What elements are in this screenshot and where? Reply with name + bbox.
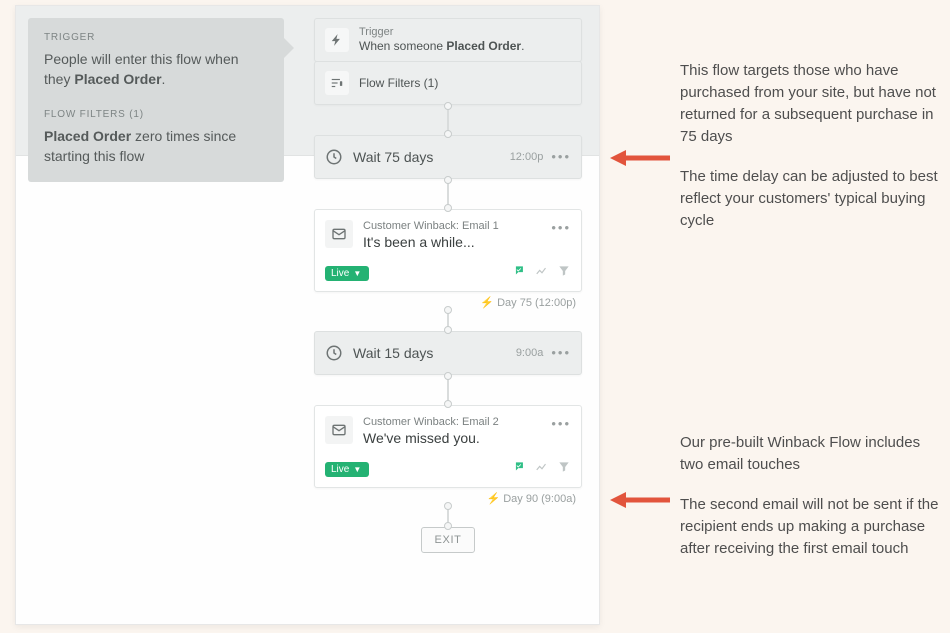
filter-list-icon (325, 71, 349, 95)
connector (447, 309, 449, 331)
exit-node[interactable]: EXIT (421, 527, 475, 553)
envelope-icon (325, 220, 353, 248)
bolt-icon: ⚡ (486, 493, 500, 505)
annotation-2: Our pre-built Winback Flow includes two … (680, 432, 940, 560)
funnel-icon[interactable] (557, 460, 571, 479)
status-badge[interactable]: Live ▼ (325, 266, 369, 281)
connector (447, 375, 449, 405)
envelope-icon (325, 416, 353, 444)
trigger-card-post: . (521, 39, 524, 53)
funnel-icon[interactable] (557, 264, 571, 283)
analytics-icon[interactable] (535, 264, 549, 283)
annotation-1-p2: The time delay can be adjusted to best r… (680, 166, 940, 232)
wait-2-label: Wait 15 days (353, 345, 433, 361)
filters-heading: FLOW FILTERS (1) (44, 109, 268, 120)
filter-description: Placed Order zero times since starting t… (44, 126, 268, 166)
trigger-description: People will enter this flow when they Pl… (44, 49, 268, 89)
status-text: Live (331, 464, 349, 475)
check-icon[interactable] (513, 460, 527, 479)
bolt-icon (325, 28, 349, 52)
email-1-timestamp-text: Day 75 (12:00p) (497, 297, 576, 309)
bolt-icon: ⚡ (480, 297, 494, 309)
filters-card[interactable]: Flow Filters (1) (314, 61, 582, 105)
more-icon[interactable]: ••• (551, 416, 571, 431)
arrow-icon (610, 148, 670, 168)
analytics-icon[interactable] (535, 460, 549, 479)
filter-bold: Placed Order (44, 128, 131, 144)
clock-icon (325, 344, 343, 362)
trigger-card[interactable]: Trigger When someone Placed Order. (314, 18, 582, 62)
trigger-bold: Placed Order (74, 71, 161, 87)
email-card-2[interactable]: Customer Winback: Email 2 We've missed y… (314, 405, 582, 488)
trigger-card-label: Trigger (359, 26, 524, 38)
trigger-summary-card[interactable]: TRIGGER People will enter this flow when… (28, 18, 284, 182)
status-badge[interactable]: Live ▼ (325, 462, 369, 477)
caret-down-icon: ▼ (353, 269, 361, 278)
wait-1-label: Wait 75 days (353, 149, 433, 165)
email-1-subject: It's been a while... (363, 234, 499, 250)
caret-down-icon: ▼ (353, 465, 361, 474)
clock-icon (325, 148, 343, 166)
trigger-card-text: When someone Placed Order. (359, 38, 524, 54)
status-text: Live (331, 268, 349, 279)
trigger-post: . (162, 71, 166, 87)
check-icon[interactable] (513, 264, 527, 283)
annotation-2-p2: The second email will not be sent if the… (680, 494, 940, 560)
annotation-2-p1: Our pre-built Winback Flow includes two … (680, 432, 940, 476)
annotation-1-p1: This flow targets those who have purchas… (680, 60, 940, 148)
wait-card-1[interactable]: Wait 75 days 12:00p ••• (314, 135, 582, 179)
wait-card-2[interactable]: Wait 15 days 9:00a ••• (314, 331, 582, 375)
email-metric-icons (513, 460, 571, 479)
email-1-title: Customer Winback: Email 1 (363, 220, 499, 232)
flow-column: Trigger When someone Placed Order. Flow … (314, 18, 582, 553)
flow-builder-panel: TRIGGER People will enter this flow when… (15, 5, 600, 625)
wait-1-time: 12:00p (510, 151, 544, 163)
email-card-1[interactable]: Customer Winback: Email 1 It's been a wh… (314, 209, 582, 292)
email-metric-icons (513, 264, 571, 283)
email-2-subject: We've missed you. (363, 430, 499, 446)
trigger-card-bold: Placed Order (446, 39, 521, 53)
trigger-heading: TRIGGER (44, 32, 268, 43)
wait-2-time: 9:00a (516, 347, 544, 359)
email-2-timestamp-text: Day 90 (9:00a) (503, 493, 576, 505)
annotation-1: This flow targets those who have purchas… (680, 60, 940, 232)
trigger-card-pre: When someone (359, 39, 446, 53)
connector (447, 179, 449, 209)
connector (447, 505, 449, 527)
more-icon[interactable]: ••• (551, 220, 571, 235)
arrow-icon (610, 490, 670, 510)
filters-card-label: Flow Filters (1) (359, 75, 438, 91)
email-2-title: Customer Winback: Email 2 (363, 416, 499, 428)
connector (447, 105, 449, 135)
